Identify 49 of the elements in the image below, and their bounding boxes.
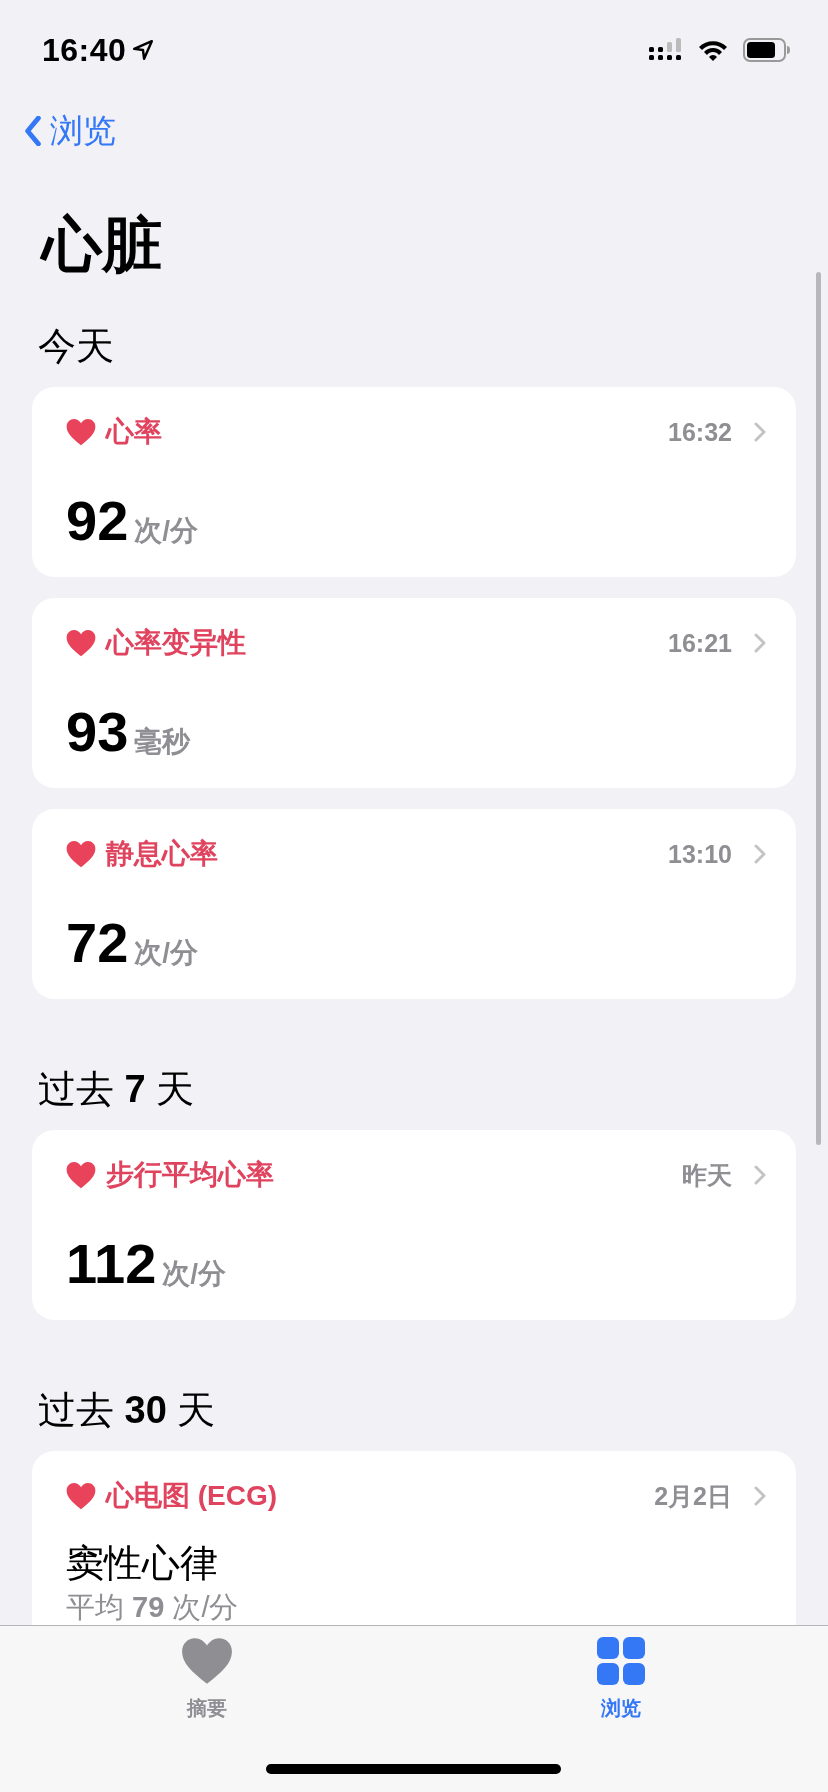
wifi-icon — [698, 39, 728, 61]
chevron-icon — [754, 1485, 766, 1507]
card-title: 心电图 (ECG) — [106, 1479, 279, 1513]
page-title: 心脏 — [42, 212, 163, 278]
section-header: 过去 30 天 — [38, 1388, 217, 1433]
back-link[interactable]: 浏览 — [24, 108, 116, 154]
chevron-icon — [754, 421, 766, 443]
metric-unit: 毫秒 — [134, 725, 191, 759]
metric-card[interactable]: 心率 16:32 92 次/分 — [32, 387, 796, 577]
card-time: 昨天 — [682, 1159, 732, 1191]
tab-item[interactable]: 浏览 — [566, 1626, 676, 1722]
card-time: 2月2日 — [654, 1480, 732, 1512]
grid-icon — [595, 1637, 647, 1685]
card-title: 心率 — [106, 415, 163, 449]
card-title: 心率变异性 — [106, 626, 247, 660]
metric-value: 93 — [66, 702, 129, 762]
ecg-detail: 平均 79 次/分 — [66, 1590, 240, 1624]
ecg-result: 窦性心律 — [66, 1541, 219, 1585]
location-arrow-icon — [132, 39, 155, 61]
metric-card[interactable]: 静息心率 13:10 72 次/分 — [32, 809, 796, 999]
metric-card[interactable]: 心电图 (ECG) 2月2日 窦性心律 平均 79 次/分 — [32, 1451, 796, 1625]
card-time: 16:32 — [668, 417, 732, 447]
metric-card[interactable]: 心率变异性 16:21 93 毫秒 — [32, 598, 796, 788]
heart-icon — [66, 1161, 96, 1189]
metric-card[interactable]: 步行平均心率 昨天 112 次/分 — [32, 1130, 796, 1320]
heart-icon — [66, 629, 96, 657]
heart-icon — [66, 1482, 96, 1510]
chevron-icon — [754, 843, 766, 865]
metric-value: 112 — [66, 1234, 157, 1294]
metric-unit: 次/分 — [162, 1257, 227, 1291]
chevron-icon — [754, 1164, 766, 1186]
heart-icon — [66, 418, 96, 446]
card-title: 步行平均心率 — [106, 1158, 275, 1192]
back-chevron-icon — [24, 116, 42, 146]
heart-icon — [66, 840, 96, 868]
section-header: 过去 7 天 — [38, 1067, 196, 1112]
heart-icon — [181, 1637, 233, 1685]
clock-time: 16:40 — [42, 31, 127, 69]
chevron-icon — [754, 632, 766, 654]
metric-value: 92 — [66, 491, 129, 551]
section-header: 今天 — [38, 324, 115, 369]
metric-value: 72 — [66, 913, 129, 973]
card-time: 13:10 — [668, 839, 732, 869]
card-title: 静息心率 — [106, 837, 219, 871]
metric-unit: 次/分 — [134, 514, 199, 548]
card-time: 16:21 — [668, 628, 732, 658]
metric-unit: 次/分 — [134, 936, 199, 970]
signal-icon — [648, 38, 684, 62]
battery-icon — [742, 38, 792, 62]
